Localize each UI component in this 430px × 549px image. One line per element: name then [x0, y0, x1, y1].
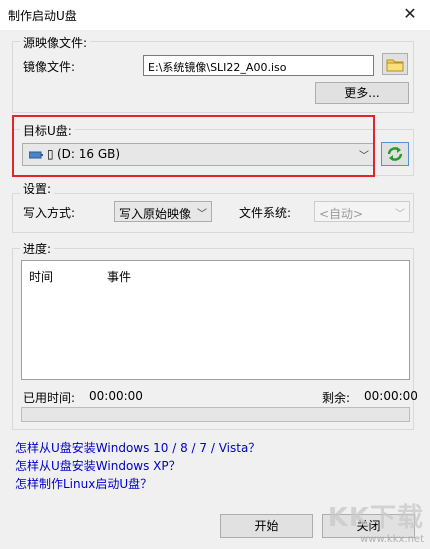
elapsed-time-label: 已用时间: [23, 391, 76, 405]
target-highlight-box [12, 115, 375, 177]
refresh-button[interactable] [381, 142, 409, 166]
chevron-down-icon: ﹀ [197, 209, 207, 220]
write-mode-label: 写入方式: [23, 206, 76, 220]
remaining-time-label: 剩余: [322, 391, 351, 405]
image-file-label: 镜像文件: [23, 60, 76, 74]
elapsed-time-value: 00:00:00 [89, 389, 143, 403]
remaining-time-value: 00:00:00 [364, 389, 418, 403]
filesystem-select[interactable]: <自动> ﹀ [314, 201, 410, 222]
progress-bar [21, 407, 410, 422]
start-button-label: 开始 [254, 519, 279, 533]
source-group-label: 源映像文件: [20, 34, 91, 51]
help-link-linux-usb[interactable]: 怎样制作Linux启动U盘？ [15, 475, 152, 492]
start-button[interactable]: 开始 [220, 514, 313, 538]
filesystem-value: <自动> [319, 207, 364, 221]
column-header-time: 时间 [29, 270, 54, 284]
more-button[interactable]: 更多... [315, 82, 409, 104]
more-button-label: 更多... [344, 86, 380, 100]
progress-group-label: 进度: [20, 240, 55, 257]
dialog-window: 制作启动U盘 ✕ 源映像文件: 镜像文件: E:\系统镜像\SLI22_A00.… [0, 0, 430, 549]
watermark-url: www.kkx.net [360, 534, 424, 545]
watermark: KK下载 www.kkx.net [328, 497, 424, 545]
folder-icon [386, 59, 404, 72]
title-bar: 制作启动U盘 ✕ [0, 0, 430, 30]
settings-group-label: 设置: [20, 180, 55, 197]
event-log-list[interactable]: 时间 事件 [21, 260, 410, 380]
help-link-install-winxp[interactable]: 怎样从U盘安装Windows XP？ [15, 457, 181, 474]
write-mode-select[interactable]: 写入原始映像 ﹀ [114, 201, 212, 222]
help-link-install-win10[interactable]: 怎样从U盘安装Windows 10 / 8 / 7 / Vista？ [15, 439, 260, 456]
watermark-logo-text: KK下载 [327, 503, 424, 533]
image-path-value: E:\系统镜像\SLI22_A00.iso [148, 61, 287, 74]
column-header-event: 事件 [107, 270, 132, 284]
refresh-icon [387, 147, 403, 161]
image-path-field[interactable]: E:\系统镜像\SLI22_A00.iso [143, 55, 374, 76]
filesystem-label: 文件系统: [239, 206, 292, 220]
browse-button[interactable] [382, 53, 408, 75]
chevron-down-icon: ﹀ [395, 209, 405, 220]
write-mode-value: 写入原始映像 [119, 207, 192, 221]
close-icon[interactable]: ✕ [398, 2, 422, 26]
window-title: 制作启动U盘 [8, 9, 77, 23]
